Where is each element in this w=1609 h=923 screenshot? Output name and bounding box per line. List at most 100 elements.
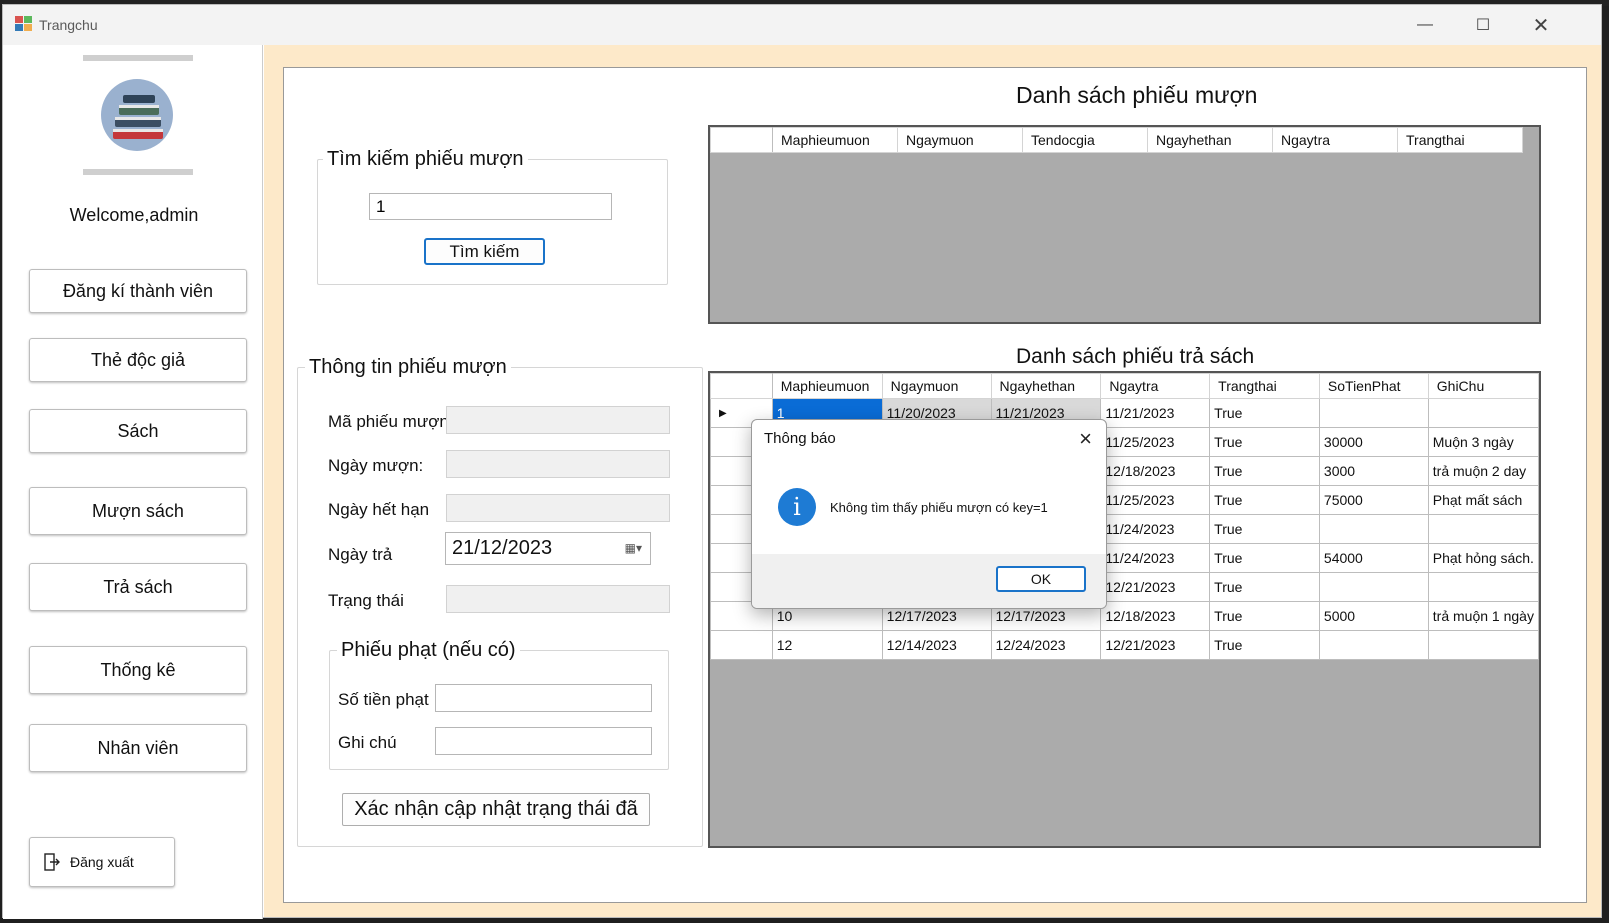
reader-card-button[interactable]: Thẻ độc giả [29, 338, 247, 382]
register-member-button[interactable]: Đăng kí thành viên [29, 269, 247, 313]
table-cell[interactable]: True [1209, 456, 1320, 486]
table-cell[interactable] [1318, 572, 1429, 602]
loan-list-heading: Danh sách phiếu mượn [1016, 82, 1258, 108]
table-cell[interactable]: True [1209, 543, 1320, 573]
borrow-date-field[interactable] [446, 450, 670, 478]
close-icon[interactable]: ✕ [1512, 5, 1570, 45]
column-header[interactable]: Ngayhethan [1147, 127, 1273, 153]
table-cell[interactable]: 11/25/2023 [1100, 485, 1211, 515]
table-cell[interactable]: True [1209, 630, 1320, 660]
table-cell[interactable] [1318, 630, 1429, 660]
table-cell[interactable]: 30000 [1318, 427, 1429, 457]
table-cell[interactable]: Phạt hỏng sách. [1427, 543, 1539, 573]
status-label: Trạng thái [328, 591, 404, 610]
books-button[interactable]: Sách [29, 409, 247, 453]
sidebar-divider [83, 55, 193, 61]
table-cell[interactable]: 54000 [1318, 543, 1429, 573]
table-cell[interactable]: 11/21/2023 [1100, 398, 1211, 428]
loan-list-header-row: Maphieumuon Ngaymuon Tendocgia Ngayhetha… [710, 127, 1523, 153]
search-group [317, 159, 668, 285]
table-cell[interactable]: Muộn 3 ngày [1427, 427, 1539, 457]
borrow-books-button[interactable]: Mượn sách [29, 487, 247, 535]
table-cell[interactable] [1427, 572, 1539, 602]
table-cell[interactable]: 12/18/2023 [1100, 601, 1211, 631]
table-cell[interactable]: trả muộn 2 day [1427, 456, 1539, 486]
table-cell[interactable]: 11/25/2023 [1100, 427, 1211, 457]
status-field[interactable] [446, 585, 670, 613]
return-date-label: Ngày trả [328, 545, 393, 564]
table-cell[interactable]: True [1209, 398, 1320, 428]
confirm-update-status-button[interactable]: Xác nhận cập nhật trạng thái đã [342, 793, 650, 826]
sidebar-divider [83, 169, 193, 175]
column-header[interactable]: SoTienPhat [1318, 373, 1429, 399]
table-cell[interactable]: 3000 [1318, 456, 1429, 486]
dialog-footer: OK [752, 554, 1106, 608]
column-header[interactable]: Trangthai [1397, 127, 1523, 153]
table-cell[interactable] [1427, 398, 1539, 428]
column-header[interactable]: Maphieumuon [771, 373, 883, 399]
loan-id-field[interactable] [446, 406, 670, 434]
statistics-button[interactable]: Thống kê [29, 646, 247, 694]
column-header[interactable]: Maphieumuon [772, 127, 898, 153]
dialog-close-icon[interactable]: × [1079, 426, 1092, 452]
staff-button[interactable]: Nhân viên [29, 724, 247, 772]
table-cell[interactable]: 11/24/2023 [1100, 543, 1211, 573]
due-date-label: Ngày hết hạn [328, 500, 430, 519]
maximize-icon[interactable]: ☐ [1454, 5, 1512, 45]
dialog-body: i Không tìm thấy phiếu mượn có key=1 [752, 458, 1106, 554]
table-row[interactable]: 12 12/14/2023 12/24/2023 12/21/2023 True [710, 630, 1539, 660]
table-cell[interactable]: 12/21/2023 [1100, 630, 1211, 660]
table-cell[interactable] [1427, 630, 1539, 660]
search-group-title: Tìm kiếm phiếu mượn [323, 148, 528, 171]
column-header[interactable]: Ngaymuon [897, 127, 1023, 153]
loan-id-label: Mã phiếu mượn [328, 412, 449, 431]
search-button[interactable]: Tìm kiếm [424, 238, 545, 265]
table-cell[interactable]: True [1209, 601, 1320, 631]
column-header[interactable]: Ngaymuon [881, 373, 992, 399]
table-cell[interactable]: 75000 [1318, 485, 1429, 515]
minimize-icon[interactable]: — [1396, 5, 1454, 45]
table-cell[interactable]: 12/21/2023 [1100, 572, 1211, 602]
table-cell[interactable]: 11/24/2023 [1100, 514, 1211, 544]
table-cell[interactable]: 12/24/2023 [990, 630, 1102, 660]
loan-info-group-title: Thông tin phiếu mượn [305, 356, 511, 379]
row-header-corner [710, 127, 773, 153]
column-header[interactable]: Ngaytra [1272, 127, 1398, 153]
table-cell[interactable]: True [1209, 572, 1320, 602]
column-header[interactable]: Ngaytra [1100, 373, 1211, 399]
column-header[interactable]: Ngayhethan [990, 373, 1102, 399]
table-cell[interactable]: True [1209, 427, 1320, 457]
logout-icon [44, 853, 60, 871]
logout-label: Đăng xuất [70, 854, 134, 870]
logout-button[interactable]: Đăng xuất [29, 837, 175, 887]
books-avatar-icon [101, 79, 173, 151]
row-selector[interactable] [710, 630, 773, 660]
table-cell[interactable]: True [1209, 485, 1320, 515]
table-cell[interactable]: 12/14/2023 [881, 630, 992, 660]
welcome-text: Welcome,admin [69, 205, 199, 225]
table-cell[interactable]: trả muộn 1 ngày [1427, 601, 1539, 631]
table-cell[interactable] [1318, 398, 1429, 428]
loan-list-grid[interactable]: Maphieumuon Ngaymuon Tendocgia Ngayhetha… [708, 125, 1541, 324]
return-books-button[interactable]: Trả sách [29, 563, 247, 611]
column-header[interactable]: Tendocgia [1022, 127, 1148, 153]
return-date-picker[interactable]: 21/12/2023 ▦▾ [445, 532, 651, 565]
info-icon: i [778, 488, 816, 526]
due-date-field[interactable] [446, 494, 670, 522]
return-date-value: 21/12/2023 [452, 537, 553, 559]
table-cell[interactable]: 5000 [1318, 601, 1429, 631]
table-cell[interactable]: True [1209, 514, 1320, 544]
table-cell[interactable] [1427, 514, 1539, 544]
search-input[interactable] [369, 193, 612, 220]
table-cell[interactable]: 12/18/2023 [1100, 456, 1211, 486]
column-header[interactable]: GhiChu [1427, 373, 1539, 399]
ok-button[interactable]: OK [996, 566, 1086, 592]
table-cell[interactable]: 12 [771, 630, 883, 660]
fine-amount-field[interactable] [435, 684, 652, 712]
column-header[interactable]: Trangthai [1209, 373, 1320, 399]
table-cell[interactable]: Phạt mất sách [1427, 485, 1539, 515]
fine-group-title: Phiếu phạt (nếu có) [337, 639, 520, 662]
calendar-dropdown-icon[interactable]: ▦▾ [625, 541, 642, 555]
table-cell[interactable] [1318, 514, 1429, 544]
note-field[interactable] [435, 727, 652, 755]
